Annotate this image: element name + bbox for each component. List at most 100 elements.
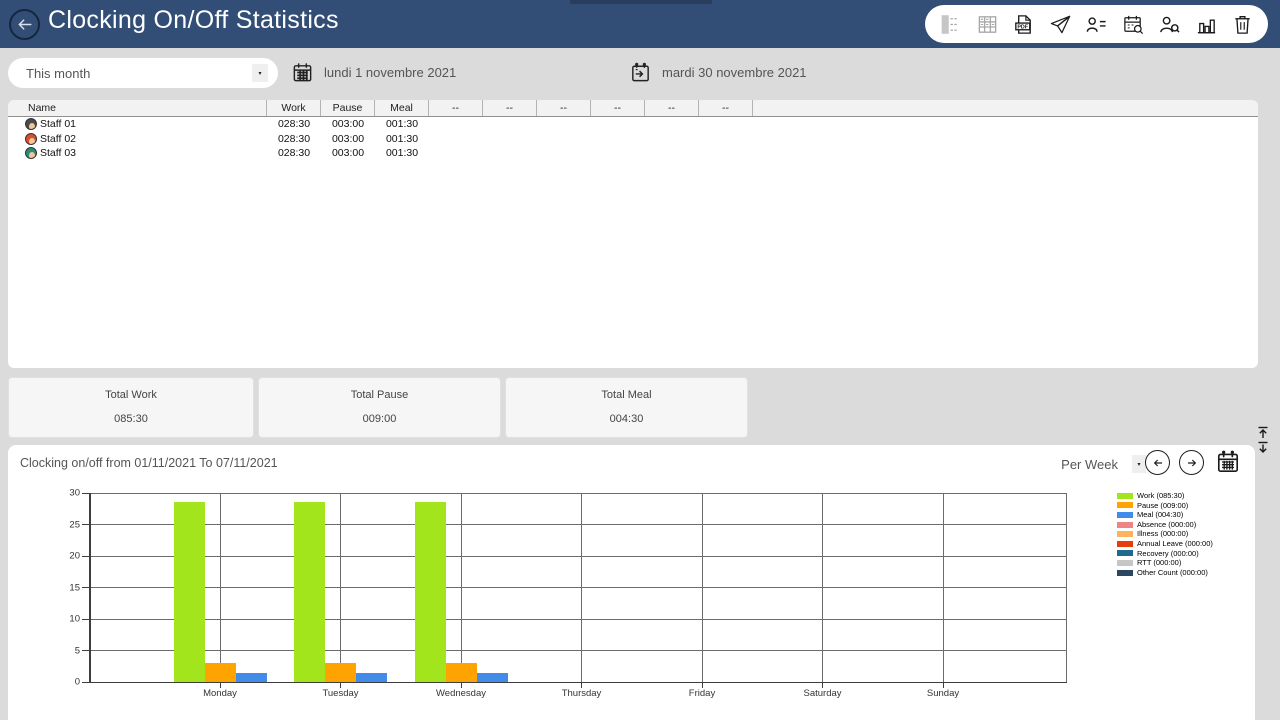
panel-splitter [1256, 426, 1272, 454]
next-week-button[interactable] [1179, 450, 1204, 475]
legend-item: Work (085:30) [1117, 491, 1213, 501]
back-button[interactable] [9, 9, 40, 40]
legend-label: Pause (009:00) [1137, 502, 1188, 510]
x-tick-label: Saturday [803, 688, 841, 699]
bar-wednesday-pause [446, 663, 477, 682]
v-gridline [220, 493, 221, 682]
checklist-icon[interactable] [939, 13, 962, 36]
table-row[interactable]: Staff 02028:30003:00001:30 [8, 132, 1258, 147]
column-header-pause[interactable]: Pause [321, 100, 375, 116]
legend-item: Recovery (000:00) [1117, 549, 1213, 559]
staff-table-body: Staff 01028:30003:00001:30Staff 02028:30… [8, 117, 1258, 161]
bar-chart-icon[interactable] [1195, 13, 1218, 36]
legend-swatch [1117, 541, 1133, 547]
chevron-down-icon[interactable]: ▾ [1132, 455, 1146, 473]
legend-item: Other Count (000:00) [1117, 568, 1213, 578]
chart-period-dropdown[interactable]: Per Week ▾ [1028, 452, 1146, 476]
v-gridline [702, 493, 703, 682]
v-gridline [943, 493, 944, 682]
legend-swatch [1117, 570, 1133, 576]
x-tick-label: Sunday [927, 688, 959, 699]
legend-item: Annual Leave (000:00) [1117, 539, 1213, 549]
staff-name: Staff 01 [40, 118, 76, 130]
period-dropdown[interactable]: This month ▾ [8, 58, 278, 88]
table-row[interactable]: Staff 01028:30003:00001:30 [8, 117, 1258, 132]
total-work-label: Total Work [9, 389, 253, 401]
total-work-value: 085:30 [9, 413, 253, 425]
v-gridline [822, 493, 823, 682]
x-axis-line [82, 682, 1067, 684]
column-header-empty-9[interactable]: -- [699, 100, 753, 116]
calendar-icon[interactable] [291, 61, 314, 84]
chart-title: Clocking on/off from 01/11/2021 To 07/11… [20, 456, 278, 470]
y-tick-label: 30 [54, 488, 80, 499]
total-meal-card: Total Meal 004:30 [505, 377, 748, 438]
column-header-empty-6[interactable]: -- [537, 100, 591, 116]
y-tick-label: 5 [54, 645, 80, 656]
legend-swatch [1117, 560, 1133, 566]
total-pause-value: 009:00 [259, 413, 500, 425]
calendar-search-icon[interactable] [1122, 13, 1145, 36]
table-view-icon[interactable] [976, 13, 999, 36]
avatar [25, 133, 37, 145]
bar-tuesday-work [294, 502, 325, 682]
total-meal-value: 004:30 [506, 413, 747, 425]
staff-name: Staff 03 [40, 147, 76, 159]
column-header-empty-4[interactable]: -- [429, 100, 483, 116]
plot-right-border [1066, 493, 1067, 682]
calendar-next-icon[interactable] [629, 61, 652, 84]
bar-monday-work [174, 502, 205, 682]
y-tick-label: 10 [54, 614, 80, 625]
start-date-group: lundi 1 novembre 2021 [291, 61, 456, 84]
collapse-down-icon[interactable] [1256, 441, 1270, 454]
h-gridline [90, 587, 1067, 588]
legend-item: Meal (004:30) [1117, 510, 1213, 520]
chevron-down-icon[interactable]: ▾ [252, 64, 268, 82]
column-header-empty-5[interactable]: -- [483, 100, 537, 116]
back-arrow-icon [15, 15, 34, 34]
legend-swatch [1117, 522, 1133, 528]
staff-table-header: NameWorkPauseMeal------------ [8, 100, 1258, 117]
legend-label: Meal (004:30) [1137, 511, 1183, 519]
legend-item: Absence (000:00) [1117, 520, 1213, 530]
trash-icon[interactable] [1231, 13, 1254, 36]
totals-row: Total Work 085:30 Total Pause 009:00 Tot… [0, 377, 1280, 438]
pause-value: 003:00 [321, 147, 375, 159]
work-value: 028:30 [267, 147, 321, 159]
legend-label: RTT (000:00) [1137, 559, 1181, 567]
column-header-name[interactable]: Name [8, 100, 267, 116]
period-dropdown-value: This month [26, 66, 90, 81]
x-tick-label: Thursday [562, 688, 602, 699]
page-title: Clocking On/Off Statistics [48, 6, 339, 35]
collapse-up-icon[interactable] [1256, 426, 1270, 439]
total-pause-card: Total Pause 009:00 [258, 377, 501, 438]
table-row[interactable]: Staff 03 028:30003:00001:30 [8, 146, 1258, 161]
previous-week-button[interactable] [1145, 450, 1170, 475]
pause-value: 003:00 [321, 118, 375, 130]
person-search-icon[interactable] [1158, 13, 1181, 36]
send-icon[interactable] [1049, 13, 1072, 36]
h-gridline [90, 493, 1067, 494]
legend-label: Absence (000:00) [1137, 521, 1196, 529]
legend-swatch [1117, 531, 1133, 537]
pdf-export-icon[interactable]: PDF [1012, 13, 1035, 36]
column-header-work[interactable]: Work [267, 100, 321, 116]
end-date-label: mardi 30 novembre 2021 [662, 65, 807, 80]
bar-monday-pause [205, 663, 236, 682]
column-header-empty-8[interactable]: -- [645, 100, 699, 116]
contact-list-icon[interactable] [1085, 13, 1108, 36]
meal-value: 001:30 [375, 147, 429, 159]
app-header: Clocking On/Off Statistics PDF [0, 0, 1280, 48]
avatar [25, 147, 37, 159]
column-header-empty-7[interactable]: -- [591, 100, 645, 116]
end-date-group: mardi 30 novembre 2021 [629, 61, 807, 84]
x-tick-label: Tuesday [322, 688, 358, 699]
legend-swatch [1117, 512, 1133, 518]
chart-calendar-icon[interactable] [1215, 449, 1241, 475]
y-tick-label: 15 [54, 582, 80, 593]
column-header-meal[interactable]: Meal [375, 100, 429, 116]
staff-table: NameWorkPauseMeal------------ Staff 0102… [8, 100, 1258, 368]
avatar [25, 118, 37, 130]
chart-legend: Work (085:30)Pause (009:00)Meal (004:30)… [1117, 491, 1213, 577]
meal-value: 001:30 [375, 133, 429, 145]
